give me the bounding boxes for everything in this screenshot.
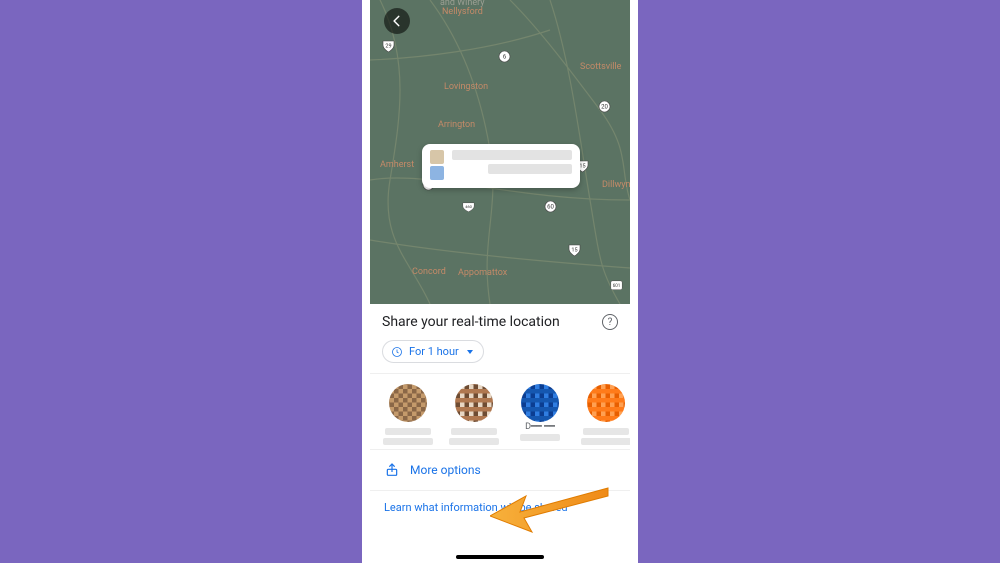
help-button[interactable]: ? bbox=[602, 314, 618, 330]
svg-text:15: 15 bbox=[571, 248, 577, 254]
contact-name-redacted bbox=[580, 428, 630, 445]
highway-shield: 29 bbox=[382, 40, 395, 53]
help-icon: ? bbox=[608, 317, 613, 328]
contact-name-redacted bbox=[382, 428, 434, 445]
contacts-row[interactable]: D━━ ━━ bbox=[370, 374, 630, 449]
highway-shield: 6 bbox=[498, 50, 511, 63]
map-label: Nellysford bbox=[442, 7, 483, 17]
home-indicator bbox=[456, 555, 544, 559]
share-icon bbox=[384, 462, 400, 478]
contact-name-redacted bbox=[514, 434, 566, 441]
highway-shield: 15 bbox=[568, 244, 581, 257]
more-options-label: More options bbox=[410, 463, 481, 477]
svg-text:20: 20 bbox=[601, 104, 608, 111]
map-label: Lovingston bbox=[444, 82, 488, 92]
chevron-down-icon bbox=[467, 350, 473, 354]
share-sheet: Share your real-time location ? For 1 ho… bbox=[370, 304, 630, 563]
svg-text:15: 15 bbox=[579, 164, 585, 170]
avatar bbox=[389, 384, 427, 422]
back-button[interactable] bbox=[384, 8, 410, 34]
more-options-button[interactable]: More options bbox=[370, 449, 630, 490]
svg-text:601: 601 bbox=[613, 283, 621, 289]
map-view[interactable]: and Winery Nellysford Scottsville Loving… bbox=[370, 0, 630, 304]
avatar bbox=[587, 384, 625, 422]
phone-frame: and Winery Nellysford Scottsville Loving… bbox=[362, 0, 638, 563]
location-info-card[interactable] bbox=[422, 144, 580, 188]
map-label: Appomattox bbox=[458, 268, 507, 278]
duration-label: For 1 hour bbox=[409, 345, 459, 358]
highway-shield: 20 bbox=[598, 100, 611, 113]
contact-name-partial: D━━ ━━ bbox=[525, 422, 555, 432]
highway-shield: 60 bbox=[544, 200, 557, 213]
map-label: Concord bbox=[412, 267, 446, 277]
location-thumbnail bbox=[430, 150, 446, 182]
map-label: Amherst bbox=[380, 160, 414, 170]
contact-item[interactable]: D━━ ━━ bbox=[514, 384, 566, 445]
svg-text:29: 29 bbox=[385, 44, 391, 50]
map-label: Scottsville bbox=[580, 62, 621, 72]
contact-item[interactable] bbox=[448, 384, 500, 445]
clock-icon bbox=[391, 346, 403, 358]
duration-chip[interactable]: For 1 hour bbox=[382, 340, 484, 363]
avatar bbox=[521, 384, 559, 422]
location-text-redacted bbox=[452, 150, 572, 182]
map-label: Arrington bbox=[438, 120, 475, 130]
contact-name-redacted bbox=[448, 428, 500, 445]
contact-item[interactable] bbox=[580, 384, 630, 445]
svg-text:60: 60 bbox=[547, 204, 554, 211]
chevron-left-icon bbox=[390, 14, 404, 28]
avatar bbox=[455, 384, 493, 422]
map-label: Dillwyn bbox=[602, 180, 630, 190]
learn-link-label: Learn what information will be shared bbox=[384, 501, 568, 514]
highway-shield: 460 bbox=[462, 202, 475, 215]
highway-shield: 601 bbox=[610, 280, 623, 293]
svg-text:460: 460 bbox=[465, 204, 473, 209]
learn-link[interactable]: Learn what information will be shared bbox=[370, 490, 630, 514]
sheet-title: Share your real-time location bbox=[382, 314, 602, 330]
contact-item[interactable] bbox=[382, 384, 434, 445]
